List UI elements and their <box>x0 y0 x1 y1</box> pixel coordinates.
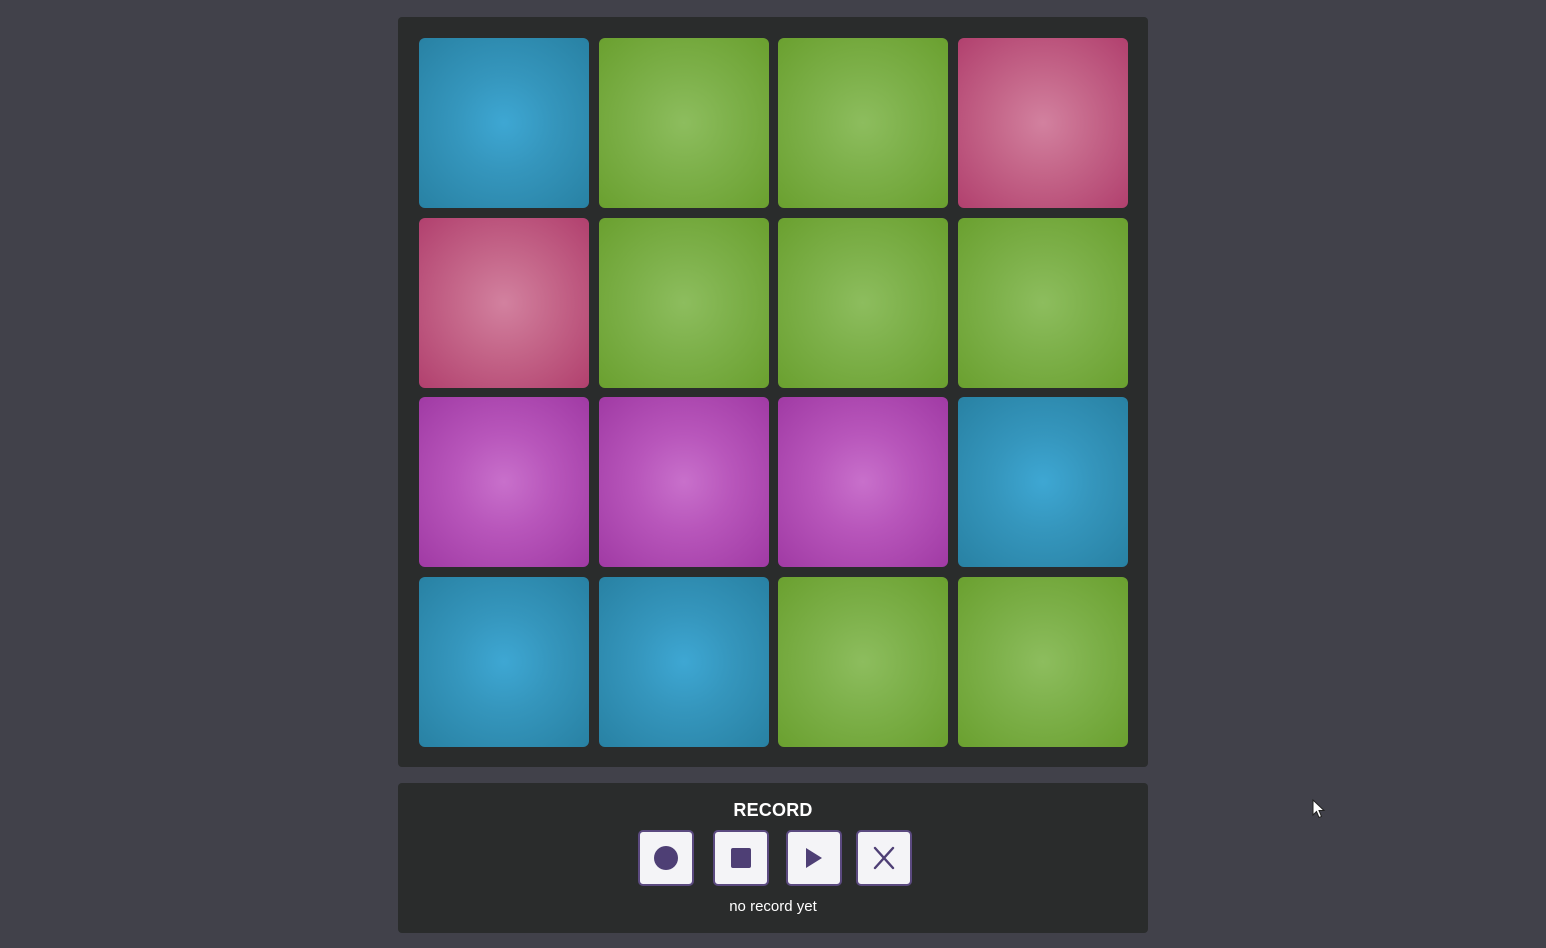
drum-pad-15[interactable] <box>778 576 948 747</box>
drum-pad-11[interactable] <box>778 397 948 567</box>
stop-square-icon <box>731 848 751 868</box>
play-button[interactable] <box>786 830 842 886</box>
stop-button[interactable] <box>713 830 769 886</box>
pad-board <box>398 17 1148 767</box>
record-circle-icon <box>654 846 678 870</box>
drum-pad-1[interactable] <box>419 38 589 208</box>
drum-pad-5[interactable] <box>419 217 589 388</box>
drum-pad-14[interactable] <box>598 576 769 747</box>
drum-pad-16[interactable] <box>957 576 1128 747</box>
recorder-status: no record yet <box>729 898 817 915</box>
drum-pad-13[interactable] <box>419 576 589 747</box>
drum-pad-3[interactable] <box>778 38 948 208</box>
mouse-cursor-icon <box>1312 799 1326 819</box>
drum-pad-2[interactable] <box>598 38 769 208</box>
drum-pad-6[interactable] <box>598 217 769 388</box>
recorder-title: RECORD <box>733 800 813 820</box>
drum-pad-8[interactable] <box>957 217 1128 388</box>
close-x-icon <box>873 846 895 870</box>
clear-button[interactable] <box>856 830 912 886</box>
pad-grid <box>419 38 1128 747</box>
drum-pad-10[interactable] <box>598 397 769 567</box>
drum-pad-12[interactable] <box>957 397 1128 567</box>
recorder-panel: RECORD no record yet <box>398 783 1148 933</box>
drum-pad-9[interactable] <box>419 397 589 567</box>
drum-pad-4[interactable] <box>957 38 1128 208</box>
record-button[interactable] <box>638 830 694 886</box>
drum-pad-7[interactable] <box>778 217 948 388</box>
play-triangle-icon <box>806 848 822 868</box>
recorder-controls <box>398 830 1148 890</box>
